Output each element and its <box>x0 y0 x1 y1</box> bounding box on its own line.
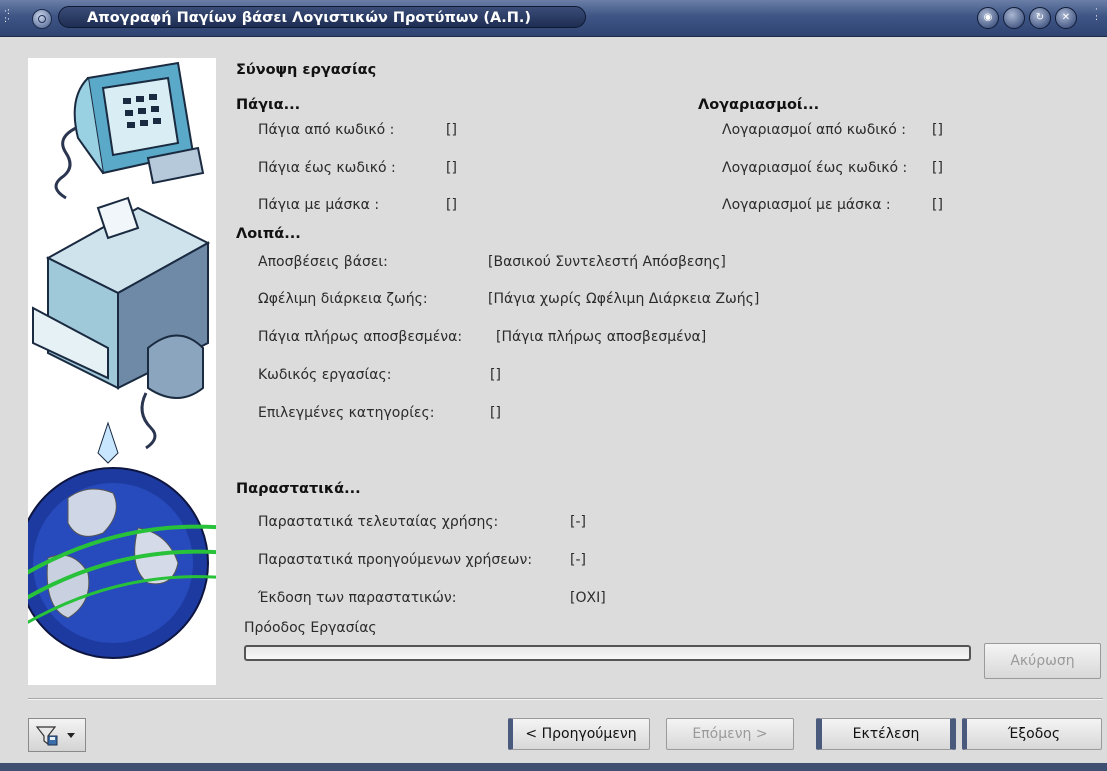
exit-button-label: Έξοδος <box>1007 726 1061 742</box>
wizard-window: ·::· Απογραφή Παγίων βάσει Λογιστικών Πρ… <box>0 0 1107 771</box>
documents-last-year-value: [-] <box>570 514 586 530</box>
assets-heading: Πάγια... <box>236 97 301 113</box>
documents-last-year-label: Παραστατικά τελευταίας χρήσης: <box>258 514 499 530</box>
accounts-heading: Λογαριασμοί... <box>698 97 820 113</box>
documents-prev-years-value: [-] <box>570 552 586 568</box>
accounts-from-value: [] <box>932 122 943 138</box>
assets-from-label: Πάγια από κωδικό : <box>258 122 395 138</box>
selected-categories-label: Επιλεγμένες κατηγορίες: <box>258 405 435 421</box>
accounts-mask-label: Λογαριασμοί με μάσκα : <box>722 197 891 213</box>
title-bar[interactable]: ·::· Απογραφή Παγίων βάσει Λογιστικών Πρ… <box>0 0 1107 37</box>
grip-icon: ·::· <box>4 7 10 25</box>
documents-issue-value: [ΟΧΙ] <box>570 590 606 606</box>
close-icon[interactable]: ✕ <box>1055 7 1077 29</box>
wizard-side-illustration <box>28 58 216 685</box>
other-heading: Λοιπά... <box>236 226 301 242</box>
fully-depreciated-label: Πάγια πλήρως αποσβεσμένα: <box>258 329 463 345</box>
chevron-down-icon <box>67 733 75 738</box>
fully-depreciated-value: [Πάγια πλήρως αποσβεσμένα] <box>496 329 707 345</box>
execute-button[interactable]: Εκτέλεση <box>816 718 956 750</box>
previous-button-label: < Προηγούμενη <box>525 726 637 742</box>
grip-icon: ·: <box>1095 5 1099 23</box>
accounts-to-value: [] <box>932 160 943 176</box>
status-strip <box>0 763 1107 771</box>
documents-prev-years-label: Παραστατικά προηγούμενων χρήσεων: <box>258 552 533 568</box>
filter-icon <box>35 726 75 746</box>
selected-categories-value: [] <box>490 405 501 421</box>
separator <box>28 698 1103 700</box>
progress-label: Πρόοδος Εργασίας <box>244 620 377 636</box>
depreciation-label: Αποσβέσεις βάσει: <box>258 254 388 270</box>
previous-button[interactable]: < Προηγούμενη <box>508 718 650 750</box>
useful-life-label: Ωφέλιμη διάρκεια ζωής: <box>258 291 428 307</box>
job-code-value: [] <box>490 367 501 383</box>
summary-heading: Σύνοψη εργασίας <box>236 62 377 78</box>
useful-life-value: [Πάγια χωρίς Ωφέλιμη Διάρκεια Ζωής] <box>488 291 760 307</box>
documents-heading: Παραστατικά... <box>236 481 361 497</box>
accounts-to-label: Λογαριασμοί έως κωδικό : <box>722 160 908 176</box>
restore-icon[interactable]: ↻ <box>1029 7 1051 29</box>
assets-mask-label: Πάγια με μάσκα : <box>258 197 380 213</box>
window-controls: ◉ ↻ ✕ <box>977 7 1077 29</box>
window-title: Απογραφή Παγίων βάσει Λογιστικών Προτύπω… <box>58 6 586 28</box>
accounts-mask-value: [] <box>932 197 943 213</box>
execute-button-label: Εκτέλεση <box>852 726 920 742</box>
documents-issue-label: Έκδοση των παραστατικών: <box>258 590 457 606</box>
exit-button[interactable]: Έξοδος <box>962 718 1102 750</box>
assets-mask-value: [] <box>446 197 457 213</box>
minimize-icon[interactable] <box>1003 7 1025 29</box>
help-icon[interactable]: ◉ <box>977 7 999 29</box>
next-button-label: Επόμενη > <box>692 726 768 742</box>
assets-to-value: [] <box>446 160 457 176</box>
job-code-label: Κωδικός εργασίας: <box>258 367 392 383</box>
assets-to-label: Πάγια έως κωδικό : <box>258 160 396 176</box>
office-equipment-illustration <box>28 58 216 685</box>
progress-bar <box>244 645 971 661</box>
window-menu-icon[interactable] <box>32 9 52 29</box>
depreciation-value: [Βασικού Συντελεστή Απόσβεσης] <box>488 254 726 270</box>
filter-button[interactable] <box>28 718 86 752</box>
accounts-from-label: Λογαριασμοί από κωδικό : <box>722 122 906 138</box>
assets-from-value: [] <box>446 122 457 138</box>
next-button[interactable]: Επόμενη > <box>666 718 794 750</box>
cancel-button[interactable]: Ακύρωση <box>984 643 1101 679</box>
